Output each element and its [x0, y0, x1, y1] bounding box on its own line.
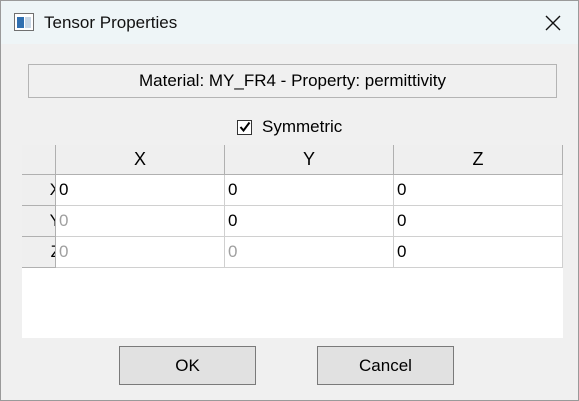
row-header-z[interactable]: Z — [22, 237, 56, 268]
row-header-x[interactable]: X — [22, 175, 56, 206]
cell-zx: 0 — [56, 237, 225, 268]
app-icon — [14, 13, 34, 31]
ok-button[interactable]: OK — [119, 346, 256, 385]
column-header-y[interactable]: Y — [225, 145, 394, 175]
cancel-button[interactable]: Cancel — [317, 346, 454, 385]
cell-yy[interactable]: 0 — [225, 206, 394, 237]
column-header-z[interactable]: Z — [394, 145, 563, 175]
dialog-window: Tensor Properties Material: MY_FR4 - Pro… — [0, 0, 579, 401]
window-title: Tensor Properties — [44, 13, 178, 32]
title-bar[interactable]: Tensor Properties — [1, 1, 578, 44]
cell-xz[interactable]: 0 — [394, 175, 563, 206]
cell-xx[interactable]: 0 — [56, 175, 225, 206]
cell-yz[interactable]: 0 — [394, 206, 563, 237]
cell-yx: 0 — [56, 206, 225, 237]
symmetric-label: Symmetric — [262, 117, 343, 136]
close-button[interactable] — [530, 1, 576, 44]
cell-zz[interactable]: 0 — [394, 237, 563, 268]
grid-corner — [22, 145, 56, 175]
material-property-label: Material: MY_FR4 - Property: permittivit… — [28, 64, 557, 98]
row-header-y[interactable]: Y — [22, 206, 56, 237]
symmetric-checkbox[interactable] — [237, 119, 252, 135]
checkmark-icon — [239, 121, 251, 132]
close-icon — [545, 15, 561, 30]
tensor-grid: X Y Z X Y Z 0 0 0 0 0 0 0 0 0 — [22, 145, 563, 338]
column-header-x[interactable]: X — [56, 145, 225, 175]
cell-zy: 0 — [225, 237, 394, 268]
symmetric-option[interactable]: Symmetric — [237, 117, 342, 137]
cell-xy[interactable]: 0 — [225, 175, 394, 206]
